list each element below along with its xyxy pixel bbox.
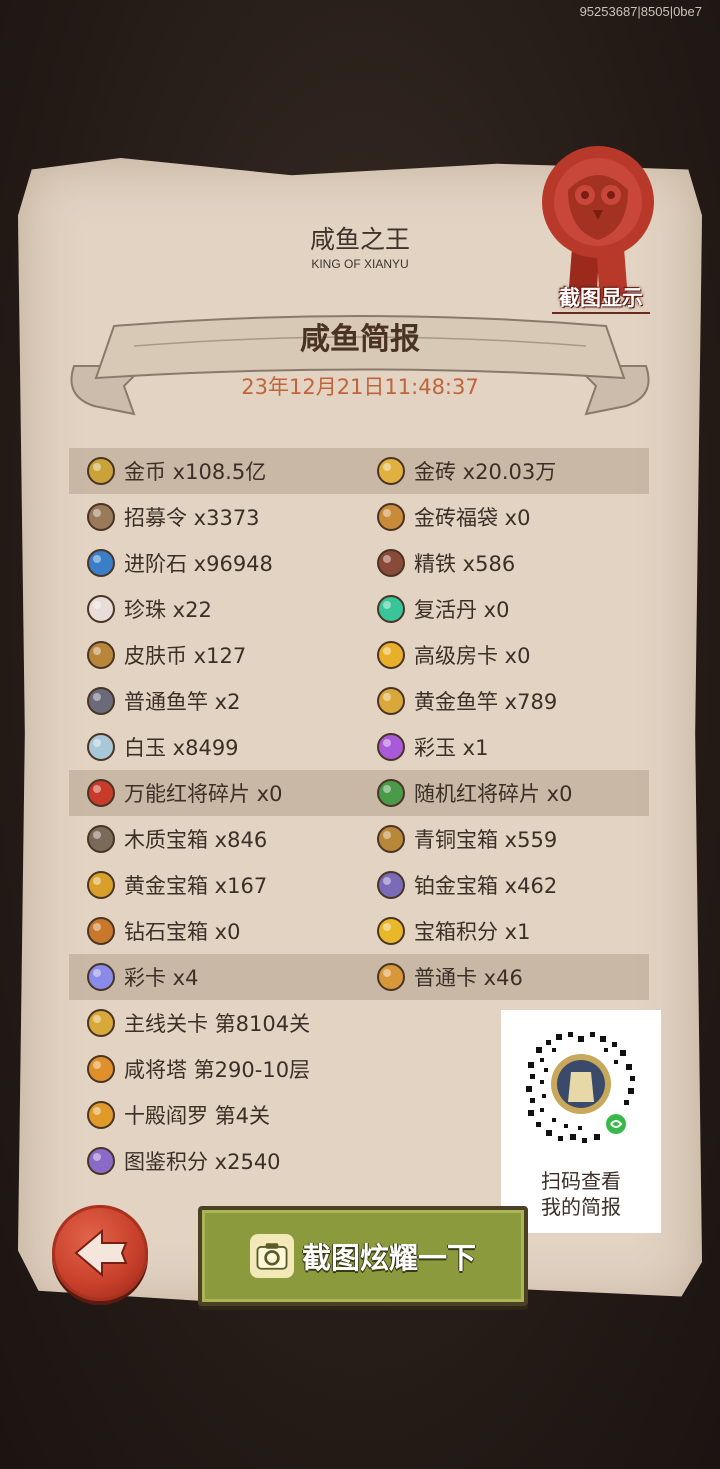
resource-item: 万能红将碎片 x0 [84,770,282,816]
resource-item: 珍珠 x22 [84,586,212,632]
resource-item: 咸将塔 第290-10层 [84,1046,310,1092]
game-title: 咸鱼之王 [309,225,410,254]
red-fragment-icon [84,776,118,810]
resource-label: 进阶石 x96948 [124,552,273,576]
tower-icon [84,1052,118,1086]
qr-panel[interactable]: 扫码查看 我的简报 [501,1010,661,1233]
resource-item: 宝箱积分 x1 [374,908,530,954]
resource-label: 宝箱积分 x1 [414,920,531,944]
camera-icon [249,1234,294,1278]
build-id: 95253687|8505|0be7 [579,4,702,19]
resource-label: 金币 x108.5亿 [124,460,267,484]
report-title: 咸鱼简报 [300,322,420,357]
resource-label: 黄金鱼竿 x789 [414,690,558,714]
resource-item: 木质宝箱 x846 [84,816,267,862]
pearl-icon [84,592,118,626]
resource-label: 金砖 x20.03万 [414,460,557,484]
resource-item: 普通鱼竿 x2 [84,678,240,724]
codex-points-icon [84,1144,118,1178]
resource-item: 高级房卡 x0 [374,632,530,678]
resource-item: 复活丹 x0 [374,586,509,632]
yama-icon [84,1098,118,1132]
resource-item: 图鉴积分 x2540 [84,1138,281,1184]
back-button[interactable] [52,1205,148,1301]
resource-item: 进阶石 x96948 [84,540,273,586]
qr-caption-line1: 扫码查看 [541,1169,621,1193]
resource-item: 黄金宝箱 x167 [84,862,267,908]
resource-label: 普通卡 x46 [414,966,523,990]
resource-label: 木质宝箱 x846 [124,828,268,852]
resource-label: 咸将塔 第290-10层 [124,1058,311,1082]
gold-brick-icon [374,454,408,488]
game-subtitle: KING OF XIANYU [311,257,409,271]
resource-item: 招募令 x3373 [84,494,260,540]
wooden-chest-icon [84,822,118,856]
revive-pill-icon [374,592,408,626]
share-button-label: 截图炫耀一下 [301,1241,476,1275]
resource-item: 金砖福袋 x0 [374,494,530,540]
skin-coin-icon [84,638,118,672]
report-datetime: 23年12月21日11:48:37 [241,375,479,399]
resource-label: 彩卡 x4 [124,966,199,990]
resource-label: 精铁 x586 [414,552,516,576]
resource-label: 图鉴积分 x2540 [124,1150,281,1174]
resource-item: 钻石宝箱 x0 [84,908,240,954]
main-stage-icon [84,1006,118,1040]
resource-label: 普通鱼竿 x2 [124,690,241,714]
platinum-chest-icon [374,868,408,902]
resource-item: 彩玉 x1 [374,724,488,770]
resource-item: 普通卡 x46 [374,954,523,1000]
recruit-token-icon [84,500,118,534]
resource-label: 随机红将碎片 x0 [414,782,573,806]
resource-label: 万能红将碎片 x0 [124,782,283,806]
resource-item: 主线关卡 第8104关 [84,1000,310,1046]
resource-label: 主线关卡 第8104关 [124,1012,311,1036]
resource-item: 十殿阎罗 第4关 [84,1092,270,1138]
bronze-chest-icon [374,822,408,856]
fishing-rod-icon [84,684,118,718]
resource-item: 精铁 x586 [374,540,515,586]
resource-item: 皮肤币 x127 [84,632,246,678]
resource-label: 铂金宝箱 x462 [414,874,558,898]
diamond-chest-icon [84,914,118,948]
normal-card-icon [374,960,408,994]
resource-item: 随机红将碎片 x0 [374,770,572,816]
resource-item: 黄金鱼竿 x789 [374,678,557,724]
gold-fishing-rod-icon [374,684,408,718]
resource-label: 金砖福袋 x0 [414,506,531,530]
resource-item: 金币 x108.5亿 [84,448,266,494]
resource-label: 钻石宝箱 x0 [124,920,241,944]
resource-label: 黄金宝箱 x167 [124,874,268,898]
resource-item: 白玉 x8499 [84,724,239,770]
chest-points-icon [374,914,408,948]
resource-label: 招募令 x3373 [124,506,260,530]
gold-coin-icon [84,454,118,488]
qr-code-icon[interactable] [516,1022,646,1152]
resource-label: 珍珠 x22 [124,598,212,622]
resource-label: 青铜宝箱 x559 [414,828,558,852]
resource-item: 彩卡 x4 [84,954,198,1000]
room-card-icon [374,638,408,672]
white-jade-icon [84,730,118,764]
resource-item: 铂金宝箱 x462 [374,862,557,908]
color-card-icon [84,960,118,994]
color-jade-icon [374,730,408,764]
resource-label: 皮肤币 x127 [124,644,247,668]
gold-chest-icon [84,868,118,902]
resource-label: 十殿阎罗 第4关 [124,1104,271,1128]
resource-label: 复活丹 x0 [414,598,510,622]
random-fragment-icon [374,776,408,810]
back-arrow-icon [74,1228,128,1278]
advance-stone-icon [84,546,118,580]
resource-label: 白玉 x8499 [124,736,239,760]
resource-label: 高级房卡 x0 [414,644,531,668]
lucky-bag-icon [374,500,408,534]
resource-item: 青铜宝箱 x559 [374,816,557,862]
resource-label: 彩玉 x1 [414,736,489,760]
iron-ingot-icon [374,546,408,580]
share-screenshot-button[interactable]: 截图炫耀一下 [198,1206,528,1306]
resource-item: 金砖 x20.03万 [374,448,556,494]
